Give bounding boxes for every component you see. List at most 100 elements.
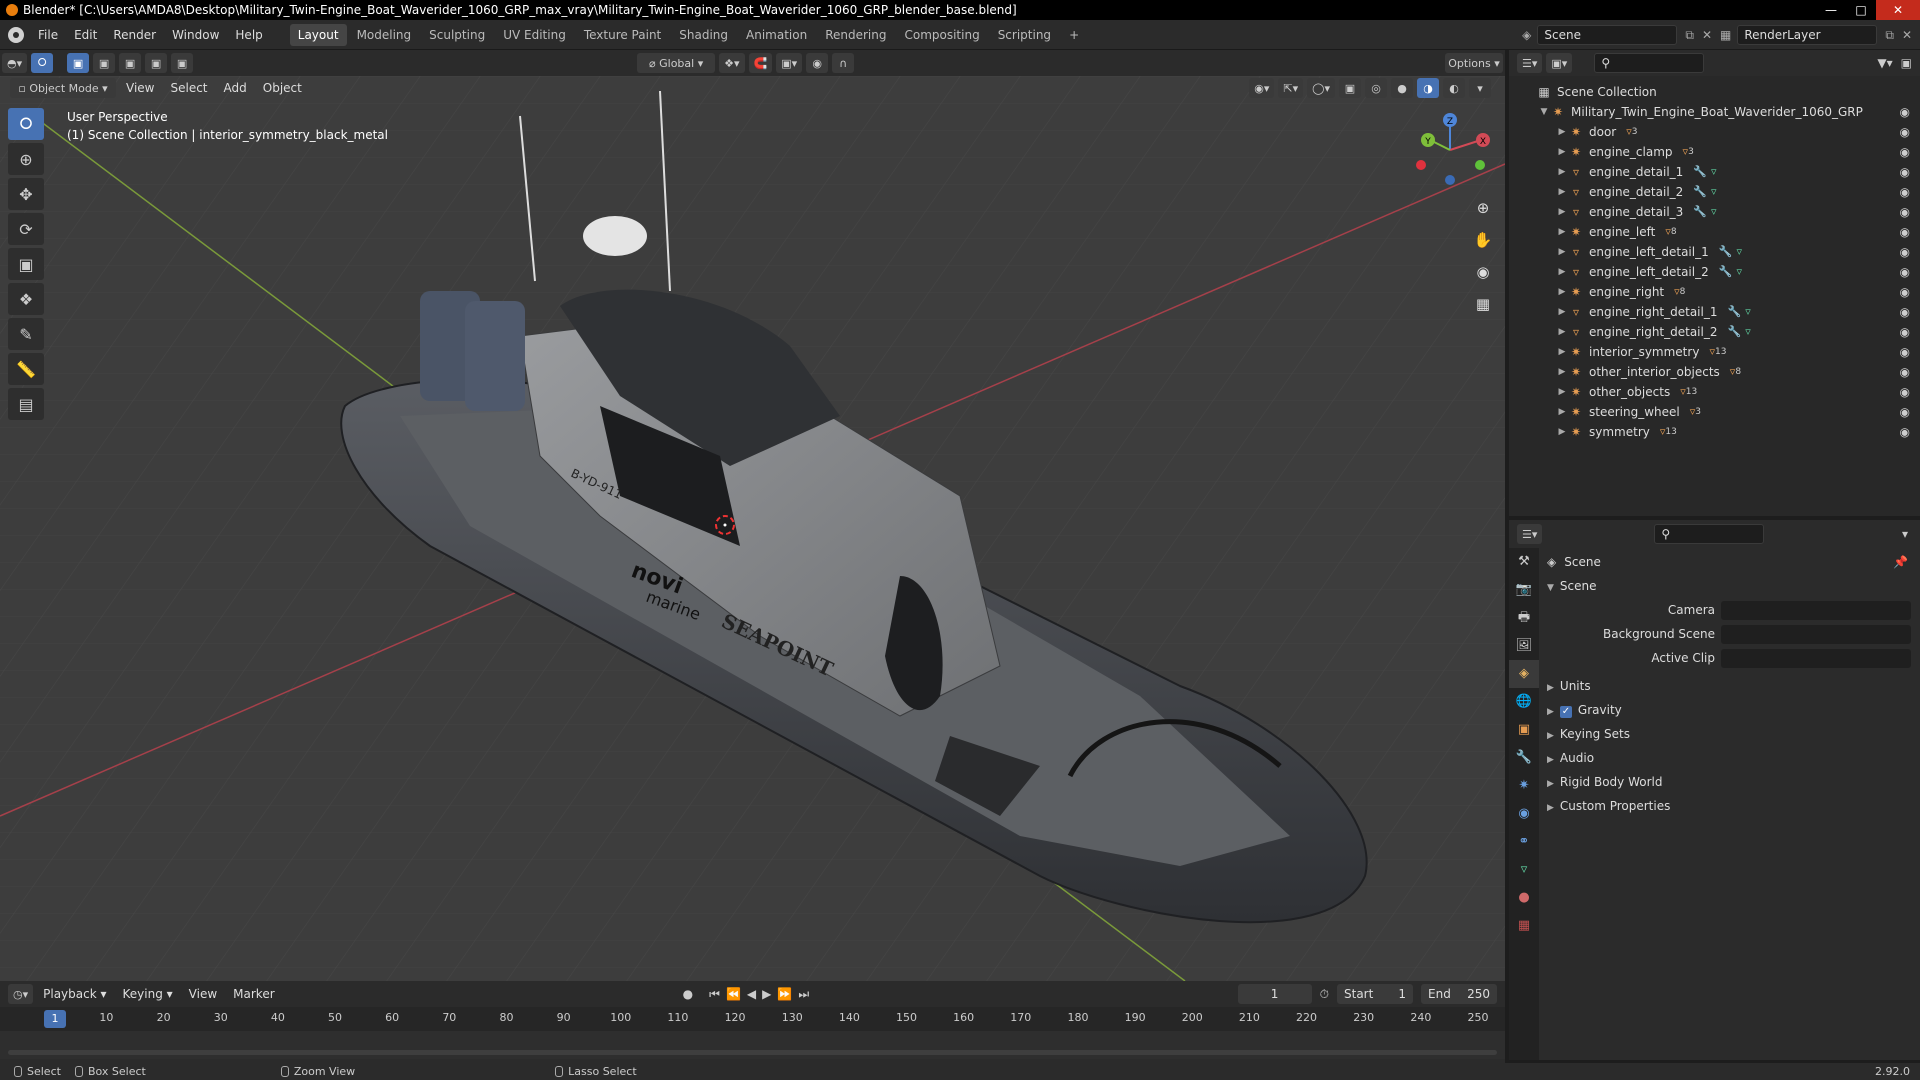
end-frame-field[interactable]: End 250 [1421,984,1497,1004]
expand-icon[interactable]: ▶ [1555,162,1569,182]
outliner-item[interactable]: ▶ ▿ engine_right_detail_1 🔧 ▿ ◉ [1509,302,1920,322]
measure-tool-icon[interactable]: 📏 [8,353,44,385]
timeline-menu-marker[interactable]: Marker [225,987,282,1001]
timeline-tracks[interactable] [0,1031,1505,1059]
current-frame-marker[interactable]: 1 [44,1010,66,1028]
start-frame-field[interactable]: Start 1 [1337,984,1413,1004]
tab-sculpting[interactable]: Sculpting [421,24,493,46]
timeline-menu-playback[interactable]: Playback ▾ [35,987,114,1001]
filter-icon[interactable]: ▼▾ [1877,56,1892,70]
visibility-eye-icon[interactable]: ◉ [1900,322,1910,342]
copy-layer-icon[interactable]: ⧉ [1885,28,1894,43]
menu-edit[interactable]: Edit [66,20,105,50]
display-mode-icon[interactable]: ▣▾ [1546,53,1573,73]
timeline-scrollbar[interactable] [8,1050,1497,1055]
gizmo-toggle-icon[interactable]: ⇱▾ [1278,78,1304,98]
next-keyframe-icon[interactable]: ⏩ [777,987,798,1001]
jump-start-icon[interactable]: ⏮ [709,987,726,1001]
pin-icon[interactable]: 📌 [1893,550,1908,574]
timeline-menu-keying[interactable]: Keying ▾ [115,987,181,1001]
gravity-checkbox[interactable]: ✓ [1559,706,1572,718]
visibility-eye-icon[interactable]: ◉ [1900,402,1910,422]
shading-options-icon[interactable]: ▾ [1469,78,1491,98]
solid-shading-icon[interactable]: ● [1391,78,1413,98]
outliner-item[interactable]: ▶ ✷ steering_wheel ▿ 3 ◉ [1509,402,1920,422]
select-mode-subtract-icon[interactable]: ▣ [119,53,142,73]
annotate-tool-icon[interactable]: ✎ [8,318,44,350]
mesh-data-icon[interactable]: ▿ [1711,202,1717,222]
outliner-item[interactable]: ▶ ✷ interior_symmetry ▿ 13 ◉ [1509,342,1920,362]
mesh-data-icon[interactable]: ▿ [1711,162,1717,182]
mesh-data-icon[interactable]: ▿ [1711,182,1717,202]
navigation-gizmo[interactable]: Z X Y [1405,110,1495,190]
scene-collection-row[interactable]: ▦ Scene Collection [1509,82,1920,102]
outliner-item[interactable]: ▶ ✷ other_objects ▿ 13 ◉ [1509,382,1920,402]
scene-name-field[interactable]: Scene [1537,25,1678,45]
transform-orientation-dropdown[interactable]: ⌀ Global ▾ [637,53,716,73]
pan-hand-icon[interactable]: ✋ [1470,227,1496,253]
viewport-menu-view[interactable]: View [118,81,162,95]
add-workspace-icon[interactable]: + [1061,24,1087,46]
visibility-eye-icon[interactable]: ◉ [1900,342,1910,362]
expand-icon[interactable]: ▶ [1555,282,1569,302]
tab-shading[interactable]: Shading [671,24,736,46]
copy-scene-icon[interactable]: ⧉ [1685,28,1694,43]
background-scene-field[interactable] [1721,625,1911,644]
modifier-wrench-icon[interactable]: 🔧 [1727,302,1741,322]
expand-icon[interactable]: ▶ [1555,322,1569,342]
visibility-eye-icon[interactable]: ◉ [1900,242,1910,262]
properties-search-input[interactable]: ⚲ [1654,524,1765,544]
visibility-eye-icon[interactable]: ◉ [1900,422,1910,442]
menu-file[interactable]: File [30,20,66,50]
audio-section[interactable]: ▶ Audio [1539,746,1920,770]
modifier-wrench-icon[interactable]: 🔧 [1727,322,1741,342]
add-cube-tool-icon[interactable]: ▤ [8,388,44,420]
delete-layer-icon[interactable]: ✕ [1902,28,1912,42]
visibility-eye-icon[interactable]: ◉ [1900,382,1910,402]
scene-panel-header[interactable]: ▼ Scene [1539,574,1920,598]
gizmo-neg-x-handle[interactable] [1416,160,1426,170]
menu-help[interactable]: Help [227,20,270,50]
expand-icon[interactable]: ▼ [1537,102,1551,122]
pivot-point-icon[interactable]: ❖▾ [719,53,745,73]
keying-sets-section[interactable]: ▶ Keying Sets [1539,722,1920,746]
current-frame-field[interactable]: 1 [1237,984,1312,1004]
outliner-item[interactable]: ▶ ✷ symmetry ▿ 13 ◉ [1509,422,1920,442]
outliner-search-input[interactable]: ⚲ [1594,53,1705,73]
scale-tool-icon[interactable]: ▣ [8,248,44,280]
menu-window[interactable]: Window [164,20,227,50]
viewport-menu-add[interactable]: Add [216,81,255,95]
visibility-eye-icon[interactable]: ◉ [1900,142,1910,162]
gizmo-neg-z-handle[interactable] [1445,175,1455,185]
timeline-menu-view[interactable]: View [181,987,225,1001]
material-tab-icon[interactable]: ● [1509,884,1539,912]
viewport-menu-select[interactable]: Select [162,81,215,95]
outliner-item[interactable]: ▶ ▿ engine_left_detail_1 🔧 ▿ ◉ [1509,242,1920,262]
custom-properties-section[interactable]: ▶ Custom Properties [1539,794,1920,818]
select-tool-icon[interactable]: ⭘ [31,53,54,73]
render-tab-icon[interactable]: 📷 [1509,576,1539,604]
mode-dropdown[interactable]: ▫ Object Mode ▾ [10,78,116,98]
world-tab-icon[interactable]: 🌐 [1509,688,1539,716]
expand-icon[interactable]: ▶ [1555,342,1569,362]
play-icon[interactable]: ▶ [762,987,777,1001]
move-tool-icon[interactable]: ✥ [8,178,44,210]
modifier-wrench-icon[interactable]: 🔧 [1693,162,1707,182]
wireframe-shading-icon[interactable]: ◎ [1365,78,1387,98]
modifier-wrench-icon[interactable]: 🔧 [1719,242,1733,262]
jump-end-icon[interactable]: ⏭ [798,987,815,1001]
outliner-item[interactable]: ▶ ▿ engine_detail_1 🔧 ▿ ◉ [1509,162,1920,182]
tab-modeling[interactable]: Modeling [349,24,420,46]
visibility-eye-icon[interactable]: ◉ [1900,182,1910,202]
falloff-icon[interactable]: ∩ [832,53,855,73]
expand-icon[interactable]: ▶ [1555,262,1569,282]
visibility-icon[interactable]: ◉▾ [1249,78,1275,98]
select-mode-new-icon[interactable]: ▣ [67,53,90,73]
outliner-item[interactable]: ▶ ✷ engine_right ▿ 8 ◉ [1509,282,1920,302]
maximize-button[interactable]: □ [1846,0,1876,20]
transform-tool-icon[interactable]: ❖ [8,283,44,315]
mesh-data-icon[interactable]: ▿ [1736,242,1742,262]
snap-icon[interactable]: 🧲 [748,53,773,73]
modifier-wrench-icon[interactable]: 🔧 [1693,202,1707,222]
delete-scene-icon[interactable]: ✕ [1702,28,1712,42]
